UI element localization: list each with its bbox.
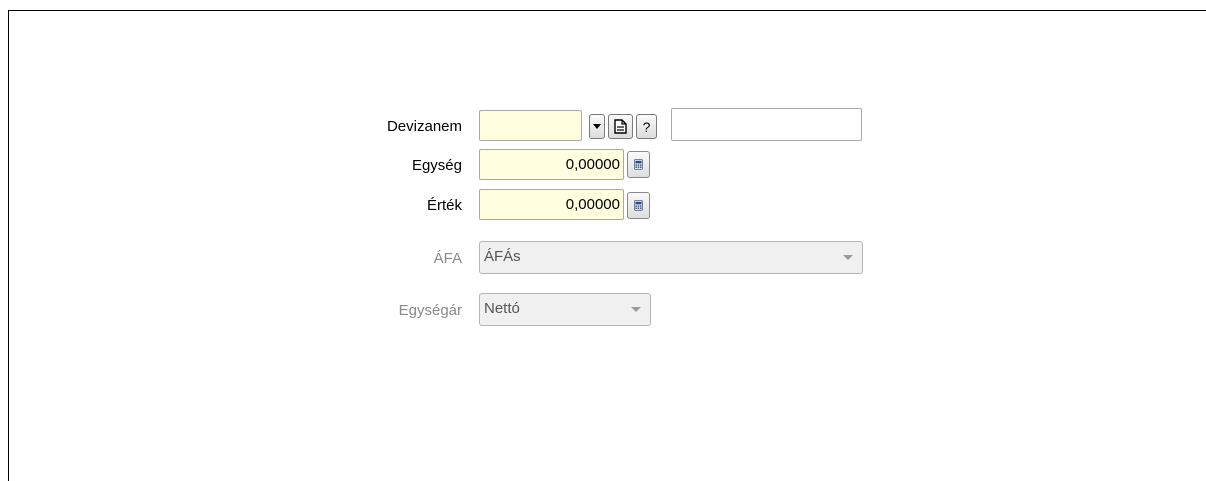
small-down-arrow-icon bbox=[593, 123, 601, 129]
ertek-label: Érték bbox=[426, 197, 462, 214]
egyseg-label: Egység bbox=[411, 157, 462, 174]
help-question-icon: ? bbox=[642, 118, 651, 135]
afa-selected-value: ÁFÁs bbox=[484, 248, 521, 265]
chevron-down-icon bbox=[631, 307, 641, 312]
egyseg-calculator-button[interactable] bbox=[627, 151, 650, 178]
devizanem-name-field[interactable] bbox=[671, 108, 862, 141]
egysegar-selected-value: Nettó bbox=[484, 300, 520, 317]
devizanem-input[interactable] bbox=[479, 110, 582, 141]
devizanem-dropdown-button[interactable] bbox=[589, 114, 605, 139]
devizanem-document-button[interactable] bbox=[608, 114, 633, 139]
ertek-input[interactable] bbox=[479, 189, 624, 220]
afa-label: ÁFA bbox=[433, 250, 462, 267]
calculator-icon bbox=[634, 200, 643, 211]
devizanem-label: Devizanem bbox=[386, 118, 462, 135]
afa-select[interactable]: ÁFÁs bbox=[479, 241, 863, 274]
calculator-icon bbox=[634, 159, 643, 170]
chevron-down-icon bbox=[843, 255, 853, 260]
egysegar-select[interactable]: Nettó bbox=[479, 293, 651, 326]
devizanem-help-button[interactable]: ? bbox=[636, 114, 657, 139]
egyseg-input[interactable] bbox=[479, 149, 624, 180]
egysegar-label: Egységár bbox=[398, 302, 462, 319]
ertek-calculator-button[interactable] bbox=[627, 192, 650, 219]
document-icon bbox=[614, 119, 627, 134]
